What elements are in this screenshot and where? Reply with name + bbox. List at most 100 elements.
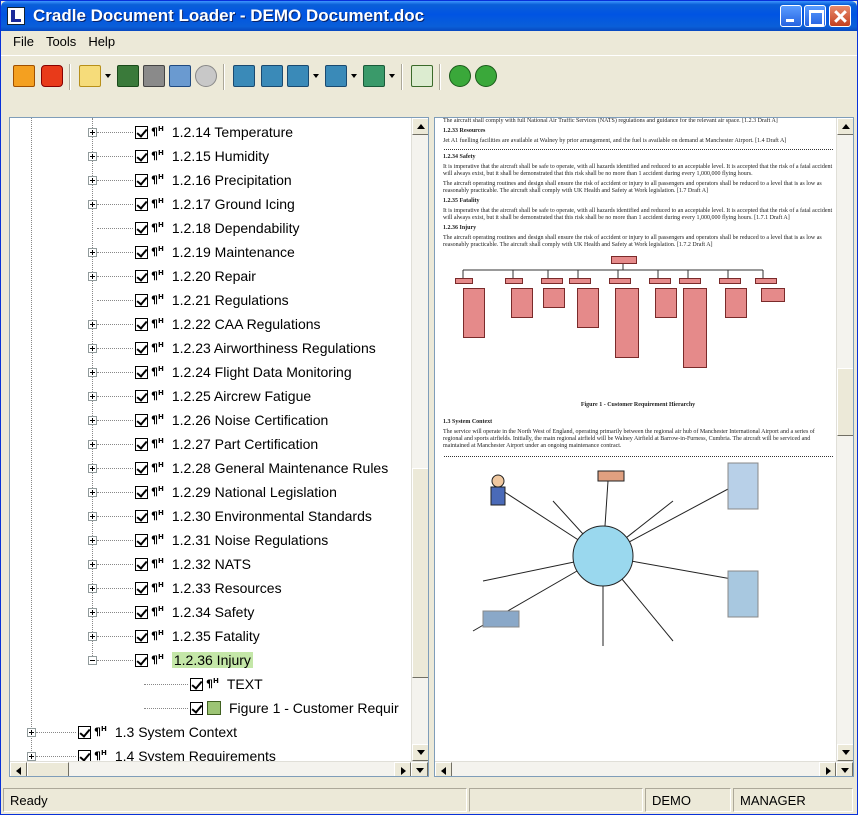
maximize-button[interactable] xyxy=(804,5,826,27)
scroll-left-button[interactable] xyxy=(10,762,27,776)
tree-item-level3[interactable]: ¶H 1.2.19 Maintenance xyxy=(88,241,295,263)
expand-icon[interactable] xyxy=(88,607,97,617)
scroll-up-button[interactable] xyxy=(412,118,428,135)
title-bar[interactable]: Cradle Document Loader - DEMO Document.d… xyxy=(1,1,857,31)
tree-remove-icon[interactable] xyxy=(287,65,309,87)
tree-level-icon[interactable] xyxy=(363,65,385,87)
menu-file[interactable]: File xyxy=(7,31,40,53)
tree-item-level3[interactable]: ¶H 1.2.16 Precipitation xyxy=(88,169,292,191)
checkbox-checked-icon[interactable] xyxy=(135,413,148,427)
tree-vertical-scrollbar[interactable] xyxy=(411,118,428,761)
checkbox-checked-icon[interactable] xyxy=(190,677,203,691)
preview-horizontal-scrollbar[interactable] xyxy=(435,761,853,776)
expand-icon[interactable] xyxy=(88,487,97,497)
view-icon[interactable] xyxy=(411,65,433,87)
tree-item-level3[interactable]: ¶H 1.2.27 Part Certification xyxy=(88,433,318,455)
expand-icon[interactable] xyxy=(88,583,97,593)
expand-icon[interactable] xyxy=(88,631,97,641)
checkbox-checked-icon[interactable] xyxy=(135,173,148,187)
expand-icon[interactable] xyxy=(88,247,97,257)
checkbox-checked-icon[interactable] xyxy=(135,389,148,403)
checkbox-checked-icon[interactable] xyxy=(135,581,148,595)
checkbox-checked-icon[interactable] xyxy=(135,485,148,499)
tree-item-level3[interactable]: ¶H 1.2.24 Flight Data Monitoring xyxy=(88,361,352,383)
scroll-up-button[interactable] xyxy=(837,118,853,135)
expand-icon[interactable] xyxy=(27,727,36,737)
tree-item-level3[interactable]: ¶H 1.2.36 Injury xyxy=(88,649,253,671)
scroll-thumb[interactable] xyxy=(837,368,853,436)
expand-icon[interactable] xyxy=(27,751,36,761)
cancel-icon[interactable] xyxy=(195,65,217,87)
scroll-right-button[interactable] xyxy=(394,762,411,776)
menu-tools[interactable]: Tools xyxy=(40,31,82,53)
tree-item-child[interactable]: Figure 1 - Customer Requir xyxy=(144,697,399,719)
tree-item-level3[interactable]: ¶H 1.2.34 Safety xyxy=(88,601,254,623)
scroll-left-button[interactable] xyxy=(435,762,452,776)
print-icon[interactable] xyxy=(143,65,165,87)
tree-item-level3[interactable]: ¶H 1.2.30 Environmental Standards xyxy=(88,505,372,527)
tree-item-level3[interactable]: ¶H 1.2.29 National Legislation xyxy=(88,481,337,503)
save-icon[interactable] xyxy=(117,65,139,87)
expand-icon[interactable] xyxy=(88,391,97,401)
tree-item-level3[interactable]: ¶H 1.2.15 Humidity xyxy=(88,145,269,167)
power-icon[interactable] xyxy=(41,65,63,87)
tree-item-level3[interactable]: ¶H 1.2.31 Noise Regulations xyxy=(88,529,328,551)
scroll-down-button[interactable] xyxy=(412,744,428,761)
tree-item-level3[interactable]: ¶H 1.2.17 Ground Icing xyxy=(88,193,295,215)
tree-item-level3[interactable]: ¶H 1.2.14 Temperature xyxy=(88,121,293,143)
tree-item-level3[interactable]: ¶H 1.2.18 Dependability xyxy=(88,217,300,239)
tree-item-level3[interactable]: ¶H 1.2.23 Airworthiness Regulations xyxy=(88,337,376,359)
load-icon[interactable] xyxy=(13,65,35,87)
scroll-down-button[interactable] xyxy=(836,762,853,776)
preview-vertical-scrollbar[interactable] xyxy=(836,118,853,761)
scroll-thumb[interactable] xyxy=(412,468,428,678)
checkbox-checked-icon[interactable] xyxy=(135,197,148,211)
minimize-button[interactable] xyxy=(780,5,802,27)
tree-item-level3[interactable]: ¶H 1.2.26 Noise Certification xyxy=(88,409,328,431)
expand-icon[interactable] xyxy=(88,559,97,569)
tree-item-level3[interactable]: ¶H 1.2.28 General Maintenance Rules xyxy=(88,457,388,479)
checkbox-checked-icon[interactable] xyxy=(135,629,148,643)
tree-add-icon[interactable] xyxy=(233,65,255,87)
scroll-right-button[interactable] xyxy=(819,762,836,776)
tree-insert-icon[interactable] xyxy=(261,65,283,87)
expand-icon[interactable] xyxy=(88,511,97,521)
move-dropdown-arrow-icon[interactable] xyxy=(351,74,357,78)
tree-horizontal-scrollbar[interactable] xyxy=(10,761,428,776)
checkbox-checked-icon[interactable] xyxy=(135,269,148,283)
checkbox-checked-icon[interactable] xyxy=(135,293,148,307)
scroll-thumb[interactable] xyxy=(27,762,69,776)
checkbox-checked-icon[interactable] xyxy=(135,149,148,163)
expand-icon[interactable] xyxy=(88,271,97,281)
tree-item-level3[interactable]: ¶H 1.2.21 Regulations xyxy=(88,289,289,311)
tree-item-level3[interactable]: ¶H 1.2.32 NATS xyxy=(88,553,251,575)
cradle-app-icon[interactable] xyxy=(7,7,25,25)
checkbox-checked-icon[interactable] xyxy=(135,365,148,379)
tree-move-icon[interactable] xyxy=(325,65,347,87)
checkbox-checked-icon[interactable] xyxy=(190,701,203,715)
tree-item-level2[interactable]: ¶H 1.3 System Context xyxy=(27,721,237,743)
level-dropdown-arrow-icon[interactable] xyxy=(389,74,395,78)
checkbox-checked-icon[interactable] xyxy=(78,725,91,739)
collapse-icon[interactable] xyxy=(88,655,97,665)
info-icon[interactable] xyxy=(475,65,497,87)
checkbox-checked-icon[interactable] xyxy=(135,605,148,619)
expand-icon[interactable] xyxy=(88,199,97,209)
tree-item-child[interactable]: ¶H TEXT xyxy=(144,673,263,695)
checkbox-checked-icon[interactable] xyxy=(135,437,148,451)
checkbox-checked-icon[interactable] xyxy=(135,245,148,259)
checkbox-checked-icon[interactable] xyxy=(135,317,148,331)
expand-icon[interactable] xyxy=(88,463,97,473)
expand-icon[interactable] xyxy=(88,535,97,545)
open-folder-icon[interactable] xyxy=(79,65,101,87)
expand-icon[interactable] xyxy=(88,415,97,425)
expand-icon[interactable] xyxy=(88,343,97,353)
checkbox-checked-icon[interactable] xyxy=(135,221,148,235)
tree-item-level3[interactable]: ¶H 1.2.20 Repair xyxy=(88,265,256,287)
tree-dropdown-arrow-icon[interactable] xyxy=(313,74,319,78)
close-button[interactable] xyxy=(829,5,851,27)
tree-item-level3[interactable]: ¶H 1.2.33 Resources xyxy=(88,577,282,599)
tree-item-level3[interactable]: ¶H 1.2.35 Fatality xyxy=(88,625,260,647)
checkbox-checked-icon[interactable] xyxy=(135,125,148,139)
tree-item-level3[interactable]: ¶H 1.2.22 CAA Regulations xyxy=(88,313,321,335)
